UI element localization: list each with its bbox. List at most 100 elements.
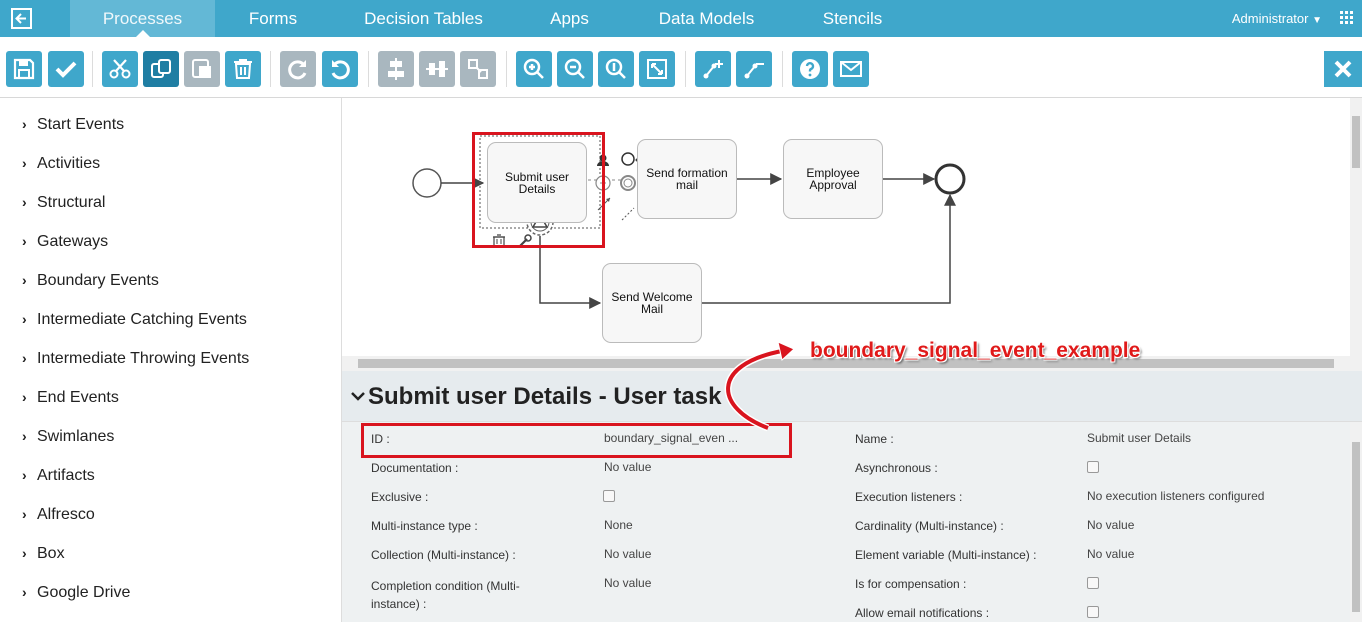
- align-vertical-button[interactable]: [378, 51, 414, 87]
- toolbar-divider: [92, 51, 93, 87]
- same-size-button[interactable]: [460, 51, 496, 87]
- documentation-label: Documentation :: [371, 461, 459, 475]
- resize-icon: [468, 59, 488, 79]
- close-editor-button[interactable]: [1324, 51, 1362, 87]
- toolbar-divider: [368, 51, 369, 87]
- execution-listeners-value[interactable]: No execution listeners configured: [1087, 489, 1264, 503]
- chevron-right-icon: ›: [22, 506, 27, 522]
- documentation-value[interactable]: No value: [604, 460, 651, 474]
- name-value[interactable]: Submit user Details: [1087, 431, 1191, 445]
- zoom-fit-button[interactable]: [639, 51, 675, 87]
- chevron-right-icon: ›: [22, 428, 27, 444]
- element-variable-label: Element variable (Multi-instance) :: [855, 548, 1037, 562]
- delete-button[interactable]: [225, 51, 261, 87]
- toolbar-divider: [270, 51, 271, 87]
- chevron-right-icon: ›: [22, 545, 27, 561]
- cardinality-value[interactable]: No value: [1087, 518, 1134, 532]
- palette-group-label: Gateways: [37, 233, 109, 250]
- properties-header[interactable]: Submit user Details - User task: [342, 371, 1362, 422]
- add-bendpoint-icon: [703, 60, 723, 79]
- redo-icon: [288, 60, 307, 80]
- tab-apps[interactable]: Apps: [516, 0, 623, 37]
- process-canvas[interactable]: Submit user Details Send formation mail …: [342, 98, 1350, 356]
- properties-vertical-scrollbar[interactable]: [1350, 422, 1362, 622]
- task-employee-approval[interactable]: Employee Approval: [783, 139, 883, 219]
- undo-button[interactable]: [322, 51, 358, 87]
- zoom-in-icon: [523, 58, 544, 79]
- palette-group-label: Google Drive: [37, 584, 131, 601]
- start-event: [412, 168, 442, 198]
- tab-forms[interactable]: Forms: [215, 0, 331, 37]
- paste-button[interactable]: [184, 51, 220, 87]
- palette-group-structural[interactable]: › Structural: [22, 194, 105, 212]
- close-icon: [1334, 60, 1352, 78]
- align-horizontal-button[interactable]: [419, 51, 455, 87]
- execution-listeners-label: Execution listeners :: [855, 490, 963, 504]
- completion-condition-value[interactable]: No value: [604, 576, 651, 590]
- tab-stencils[interactable]: Stencils: [790, 0, 915, 37]
- apps-grid-icon[interactable]: [1340, 11, 1354, 25]
- cut-button[interactable]: [102, 51, 138, 87]
- zoom-in-button[interactable]: [516, 51, 552, 87]
- task-send-welcome-mail[interactable]: Send Welcome Mail: [602, 263, 702, 343]
- copy-button[interactable]: [143, 51, 179, 87]
- chevron-right-icon: ›: [22, 233, 27, 249]
- palette-group-gateways[interactable]: › Gateways: [22, 233, 108, 251]
- collection-value[interactable]: No value: [604, 547, 651, 561]
- palette-group-intermediate-catching-events[interactable]: › Intermediate Catching Events: [22, 311, 247, 329]
- undo-icon: [331, 60, 350, 80]
- align-horizontal-icon: [426, 61, 448, 77]
- palette-group-google-drive[interactable]: › Google Drive: [22, 584, 130, 602]
- scroll-thumb[interactable]: [1352, 116, 1360, 168]
- shape-palette: › Start Events › Activities › Structural › G…: [0, 98, 342, 622]
- palette-group-label: Box: [37, 545, 65, 562]
- name-label: Name :: [855, 432, 894, 446]
- palette-group-box[interactable]: › Box: [22, 545, 65, 563]
- feedback-button[interactable]: [833, 51, 869, 87]
- palette-group-label: Swimlanes: [37, 428, 115, 445]
- trash-icon: [234, 59, 252, 79]
- palette-group-boundary-events[interactable]: › Boundary Events: [22, 272, 159, 290]
- palette-group-artifacts[interactable]: › Artifacts: [22, 467, 95, 485]
- asynchronous-checkbox[interactable]: [1087, 461, 1099, 473]
- chevron-right-icon: ›: [22, 116, 27, 132]
- redo-button[interactable]: [280, 51, 316, 87]
- save-button[interactable]: [6, 51, 42, 87]
- task-send-information-mail[interactable]: Send formation mail: [637, 139, 737, 219]
- zoom-out-button[interactable]: [557, 51, 593, 87]
- tab-decision-tables[interactable]: Decision Tables: [331, 0, 516, 37]
- palette-group-end-events[interactable]: › End Events: [22, 389, 119, 407]
- paste-icon: [192, 59, 211, 78]
- toolbar-divider: [782, 51, 783, 87]
- palette-group-swimlanes[interactable]: › Swimlanes: [22, 428, 114, 446]
- allow-email-notifications-checkbox[interactable]: [1087, 606, 1099, 618]
- tab-data-models[interactable]: Data Models: [623, 0, 790, 37]
- user-menu[interactable]: Administrator ▼: [1232, 0, 1322, 39]
- highlight-box: [472, 132, 605, 248]
- palette-group-intermediate-throwing-events[interactable]: › Intermediate Throwing Events: [22, 350, 249, 368]
- palette-group-start-events[interactable]: › Start Events: [22, 116, 124, 134]
- help-button[interactable]: [792, 51, 828, 87]
- mail-icon: [840, 61, 862, 77]
- remove-bendpoint-button[interactable]: [736, 51, 772, 87]
- zoom-actual-button[interactable]: [598, 51, 634, 87]
- palette-group-label: Boundary Events: [37, 272, 159, 289]
- palette-group-label: Activities: [37, 155, 101, 172]
- is-for-compensation-checkbox[interactable]: [1087, 577, 1099, 589]
- checkmark-icon: [55, 61, 77, 78]
- scroll-thumb[interactable]: [1352, 442, 1360, 612]
- palette-group-label: Start Events: [37, 116, 125, 133]
- palette-group-activities[interactable]: › Activities: [22, 155, 100, 173]
- add-bendpoint-button[interactable]: [695, 51, 731, 87]
- chevron-right-icon: ›: [22, 194, 27, 210]
- multi-instance-type-value[interactable]: None: [604, 518, 633, 532]
- palette-group-alfresco[interactable]: › Alfresco: [22, 506, 95, 524]
- back-home-icon[interactable]: [0, 0, 44, 37]
- cardinality-label: Cardinality (Multi-instance) :: [855, 519, 1004, 533]
- exclusive-checkbox[interactable]: [603, 490, 615, 502]
- tab-processes[interactable]: Processes: [70, 0, 215, 37]
- asynchronous-label: Asynchronous :: [855, 461, 938, 475]
- validate-button[interactable]: [48, 51, 84, 87]
- canvas-vertical-scrollbar[interactable]: [1350, 98, 1362, 356]
- element-variable-value[interactable]: No value: [1087, 547, 1134, 561]
